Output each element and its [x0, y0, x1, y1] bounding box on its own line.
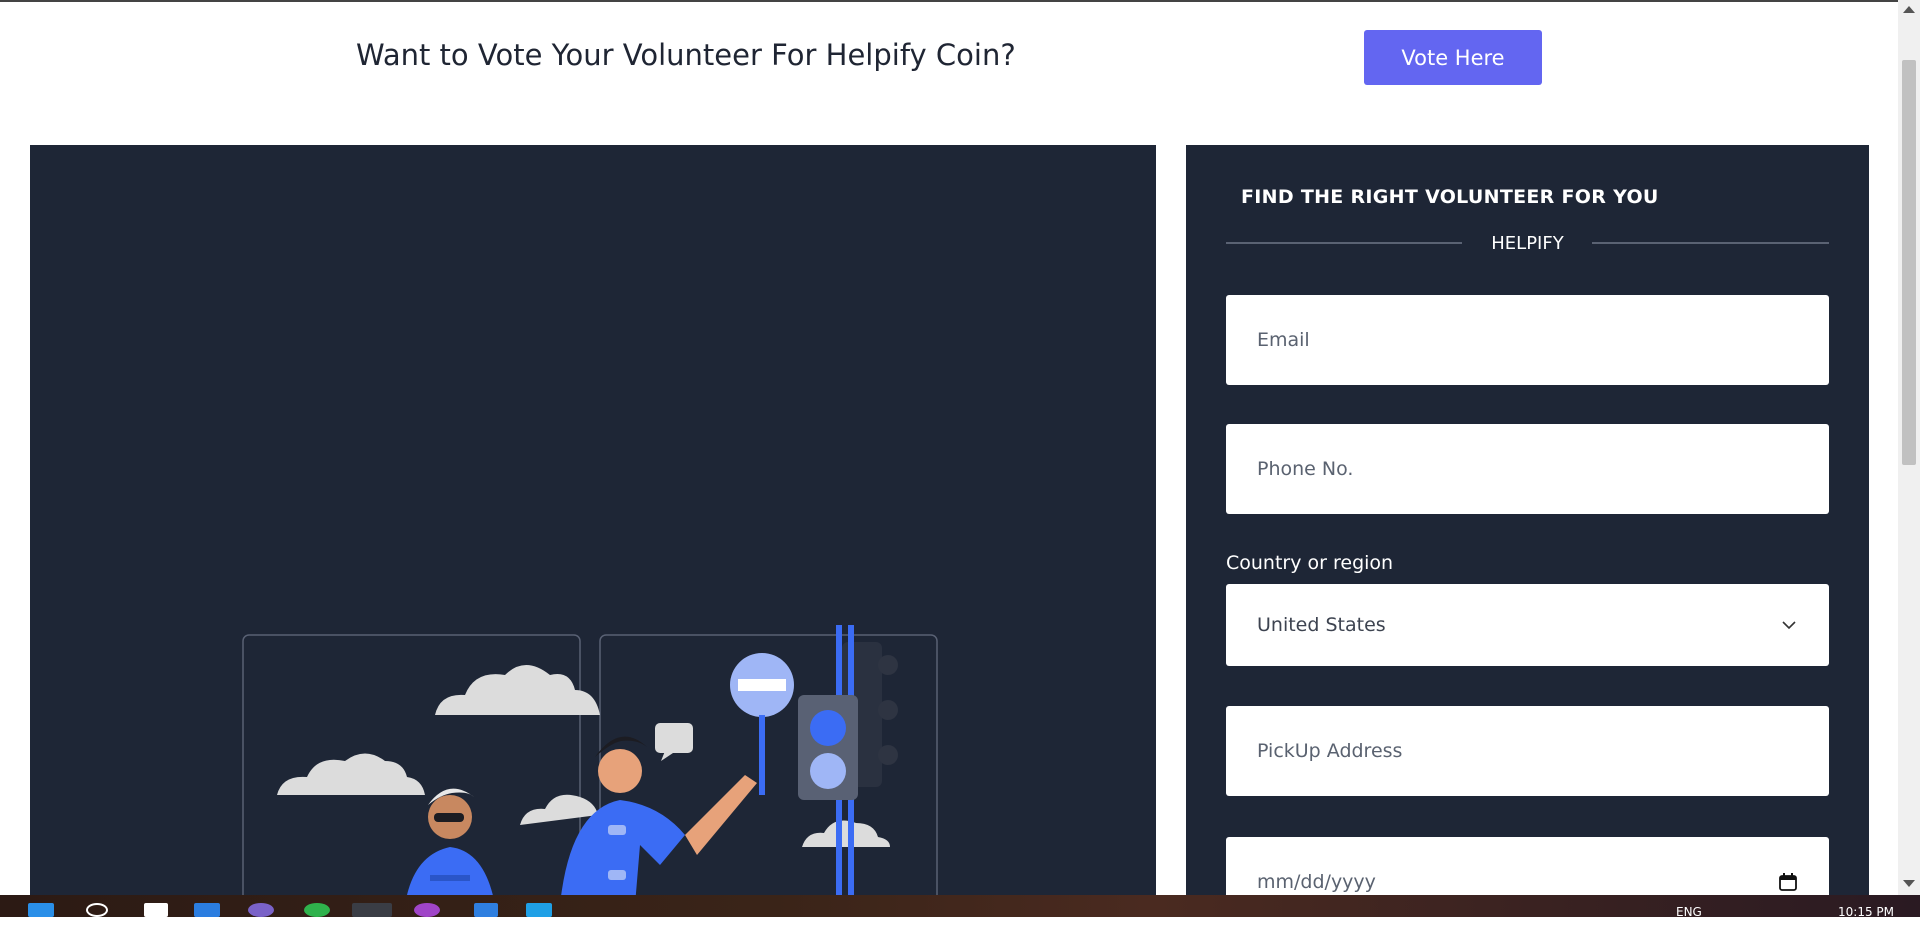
app-icon-purple[interactable] — [414, 903, 440, 917]
search-icon[interactable] — [86, 903, 108, 917]
top-border — [0, 0, 1920, 2]
vscode-icon[interactable] — [474, 903, 498, 917]
scroll-thumb[interactable] — [1902, 60, 1916, 465]
illustration-panel — [30, 145, 1156, 895]
volunteer-form-panel: FIND THE RIGHT VOLUNTEER FOR YOU HELPIFY… — [1186, 145, 1869, 927]
taskbar: ENG 10:15 PM — [0, 895, 1920, 917]
phone-field[interactable] — [1226, 424, 1829, 514]
country-select[interactable]: United States — [1226, 584, 1829, 666]
vote-prompt: Want to Vote Your Volunteer For Helpify … — [356, 38, 1016, 72]
street-crossing-illustration — [242, 625, 938, 895]
task-view-icon[interactable] — [144, 903, 168, 917]
country-label: Country or region — [1226, 552, 1394, 574]
widgets-icon[interactable] — [194, 903, 220, 917]
brand-label: HELPIFY — [1491, 233, 1564, 254]
calendar-icon[interactable] — [1778, 872, 1798, 892]
windows-start-icon[interactable] — [28, 903, 54, 917]
scroll-up-arrow[interactable] — [1903, 6, 1915, 13]
country-value: United States — [1257, 614, 1386, 636]
date-placeholder: mm/dd/yyyy — [1257, 871, 1376, 893]
form-heading: FIND THE RIGHT VOLUNTEER FOR YOU — [1241, 186, 1659, 208]
clock[interactable]: 10:15 PM — [1838, 905, 1894, 917]
email-field[interactable] — [1226, 295, 1829, 385]
vote-here-button[interactable]: Vote Here — [1364, 30, 1542, 85]
page-scrollbar[interactable] — [1898, 0, 1920, 895]
app-icon-blue[interactable] — [526, 903, 552, 917]
chevron-down-icon — [1782, 621, 1796, 630]
pickup-address-field[interactable] — [1226, 706, 1829, 796]
browser-icon[interactable] — [352, 903, 392, 917]
chat-icon[interactable] — [304, 903, 330, 917]
scroll-down-arrow[interactable] — [1903, 880, 1915, 887]
teams-icon[interactable] — [248, 903, 274, 917]
language-indicator[interactable]: ENG — [1676, 905, 1702, 917]
